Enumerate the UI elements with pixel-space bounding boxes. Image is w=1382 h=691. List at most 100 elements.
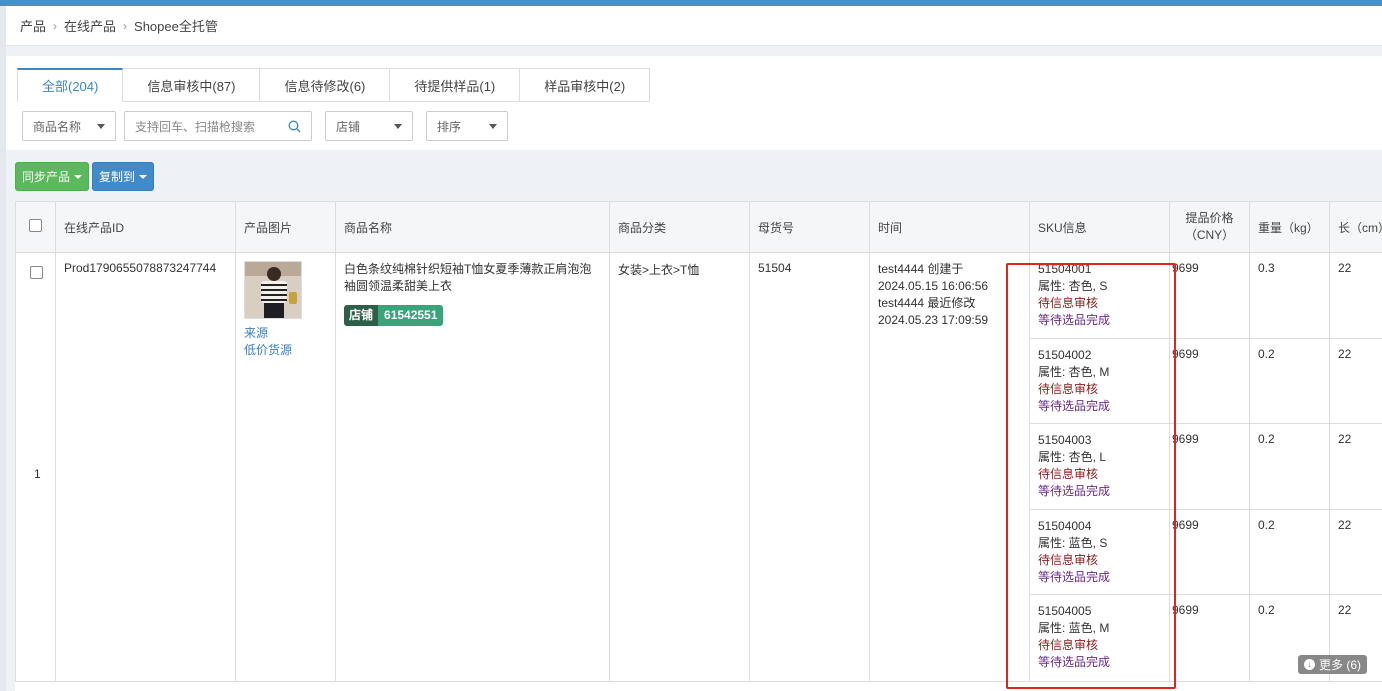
product-name-select[interactable]: 商品名称 <box>22 111 116 141</box>
sku-weight: 0.2 <box>1250 510 1329 595</box>
tab-pending-sample[interactable]: 待提供样品(1) <box>390 68 521 102</box>
low-price-source-link[interactable]: 低价货源 <box>244 342 327 359</box>
breadcrumb-item-online-products[interactable]: 在线产品 <box>64 16 116 35</box>
select-all-checkbox[interactable] <box>29 219 42 232</box>
sku-status-info: 待信息审核 <box>1038 381 1099 396</box>
sku-weight: 0.2 <box>1250 339 1329 424</box>
length-cell: 22 22 22 22 22 <box>1329 252 1382 682</box>
sku-status-info: 待信息审核 <box>1038 638 1099 652</box>
row-select-cell: 1 <box>15 252 56 682</box>
sku-code: 51504005 <box>1038 604 1092 618</box>
name-cell: 白色条纹纯棉针织短袖T恤女夏季薄款正肩泡泡袖圆领温柔甜美上衣 店铺 615425… <box>335 252 610 682</box>
shop-badge-label: 店铺 <box>344 305 379 326</box>
created-at: 2024.05.15 16:06:56 <box>878 279 989 293</box>
modified-at: 2024.05.23 17:09:59 <box>878 313 989 327</box>
image-cell: 来源 低价货源 <box>235 252 336 682</box>
sku-status-info: 待信息审核 <box>1038 296 1099 310</box>
filter-panel: 全部(204) 信息审核中(87) 信息待修改(6) 待提供样品(1) 样品审核… <box>6 56 1382 150</box>
parent-sku: 51504 <box>758 261 792 275</box>
sku-status-selection: 等待选品完成 <box>1038 569 1111 584</box>
shop-badge: 店铺 61542551 <box>344 305 444 326</box>
chevron-right-icon: › <box>123 18 128 33</box>
parent-sku-cell: 51504 <box>749 252 870 682</box>
category-cell: 女装>上衣>T恤 <box>609 252 750 682</box>
sku-status-selection: 等待选品完成 <box>1038 484 1111 498</box>
tab-sample-review[interactable]: 样品审核中(2) <box>520 68 651 102</box>
header-parent-sku: 母货号 <box>749 201 870 253</box>
row-index: 1 <box>34 467 41 481</box>
search-input[interactable]: 支持回车、扫描枪搜索 <box>124 111 312 141</box>
search-placeholder: 支持回车、扫描枪搜索 <box>135 119 256 134</box>
action-buttons: 同步产品 复制到 <box>15 162 155 191</box>
sku-item: 51504001 属性: 杏色, S 待信息审核 等待选品完成 <box>1030 253 1169 339</box>
product-name-select-label: 商品名称 <box>33 119 82 134</box>
header-image: 产品图片 <box>235 201 336 253</box>
sku-status-info: 待信息审核 <box>1038 552 1099 567</box>
sku-price: 9699 <box>1170 339 1249 424</box>
sku-attr: 属性: 蓝色, M <box>1038 621 1110 635</box>
caret-down-icon <box>394 123 402 129</box>
tab-info-pending-edit[interactable]: 信息待修改(6) <box>260 68 391 102</box>
sku-item: 51504003 属性: 杏色, L 待信息审核 等待选品完成 <box>1030 424 1169 510</box>
search-icon[interactable] <box>288 120 301 133</box>
online-id-cell: Prod1790655078873247744 <box>55 252 236 682</box>
header-length: 长（cm） <box>1329 201 1382 253</box>
header-price: 提品价格（CNY） <box>1169 201 1250 253</box>
header-category: 商品分类 <box>609 201 750 253</box>
sku-code: 51504001 <box>1038 262 1092 276</box>
sku-attr: 属性: 杏色, S <box>1038 279 1108 293</box>
source-link[interactable]: 来源 <box>244 325 327 342</box>
caret-down-icon <box>74 174 83 179</box>
row-checkbox[interactable] <box>30 266 43 279</box>
sku-item: 51504004 属性: 蓝色, S 待信息审核 等待选品完成 <box>1030 510 1169 595</box>
product-thumbnail[interactable] <box>244 261 302 319</box>
sku-status-info: 待信息审核 <box>1038 467 1099 481</box>
product-table-container: 在线产品ID 产品图片 商品名称 商品分类 母货号 时间 SKU信息 提品价格（… <box>15 201 1382 691</box>
shop-badge-id: 61542551 <box>378 305 444 326</box>
table-header-row: 在线产品ID 产品图片 商品名称 商品分类 母货号 时间 SKU信息 提品价格（… <box>15 201 1382 253</box>
sku-code: 51504004 <box>1038 518 1092 533</box>
sku-item: 51504002 属性: 杏色, M 待信息审核 等待选品完成 <box>1030 339 1169 424</box>
product-photo <box>245 262 301 318</box>
sku-status-selection: 等待选品完成 <box>1038 313 1111 327</box>
tab-all[interactable]: 全部(204) <box>17 68 124 102</box>
breadcrumb-item-products[interactable]: 产品 <box>20 16 46 35</box>
weight-cell: 0.3 0.2 0.2 0.2 0.2 <box>1249 252 1330 682</box>
copy-to-button[interactable]: 复制到 <box>92 162 155 191</box>
created-by: test4444 创建于 <box>878 262 964 276</box>
breadcrumb-item-shopee: Shopee全托管 <box>134 19 218 34</box>
shop-select[interactable]: 店铺 <box>325 111 413 141</box>
sku-weight: 0.3 <box>1250 253 1329 339</box>
header-time: 时间 <box>869 201 1030 253</box>
time-cell: test4444 创建于 2024.05.15 16:06:56 test444… <box>869 252 1030 682</box>
sku-price: 9699 <box>1170 253 1249 339</box>
category: 女装>上衣>T恤 <box>618 263 700 277</box>
online-id: Prod1790655078873247744 <box>64 261 217 275</box>
modified-by: test4444 最近修改 <box>878 296 976 310</box>
more-skus-button[interactable]: ↓ 更多 (6) <box>1298 655 1368 674</box>
table-row: 1 Prod1790655078873247744 来源 低价货源 白色条纹纯棉… <box>15 252 1382 682</box>
caret-down-icon <box>97 123 105 129</box>
header-name: 商品名称 <box>335 201 610 253</box>
more-skus-label: 更多 (6) <box>1319 658 1362 672</box>
sku-item: 51504005 属性: 蓝色, M 待信息审核 等待选品完成 <box>1030 595 1169 681</box>
sku-length: 22 <box>1330 424 1382 510</box>
sku-price: 9699 <box>1170 510 1249 595</box>
product-table: 在线产品ID 产品图片 商品名称 商品分类 母货号 时间 SKU信息 提品价格（… <box>15 201 1382 682</box>
sync-products-label: 同步产品 <box>22 170 71 184</box>
tab-info-review[interactable]: 信息审核中(87) <box>123 68 261 102</box>
arrow-down-circle-icon: ↓ <box>1304 659 1315 670</box>
chevron-right-icon: › <box>53 18 58 33</box>
sku-price: 9699 <box>1172 603 1199 617</box>
product-name: 白色条纹纯棉针织短袖T恤女夏季薄款正肩泡泡袖圆领温柔甜美上衣 <box>344 262 592 293</box>
sync-products-button[interactable]: 同步产品 <box>15 162 90 191</box>
sort-select[interactable]: 排序 <box>426 111 508 141</box>
caret-down-icon <box>489 123 497 129</box>
breadcrumb: 产品 › 在线产品 › Shopee全托管 <box>6 6 1382 46</box>
caret-down-icon <box>139 174 148 179</box>
sku-length: 22 <box>1330 339 1382 424</box>
sku-code: 51504002 <box>1038 347 1092 362</box>
select-all-cell <box>15 201 56 253</box>
sort-select-label: 排序 <box>437 119 462 134</box>
filter-row: 商品名称 支持回车、扫描枪搜索 店铺 排序 <box>22 111 508 141</box>
